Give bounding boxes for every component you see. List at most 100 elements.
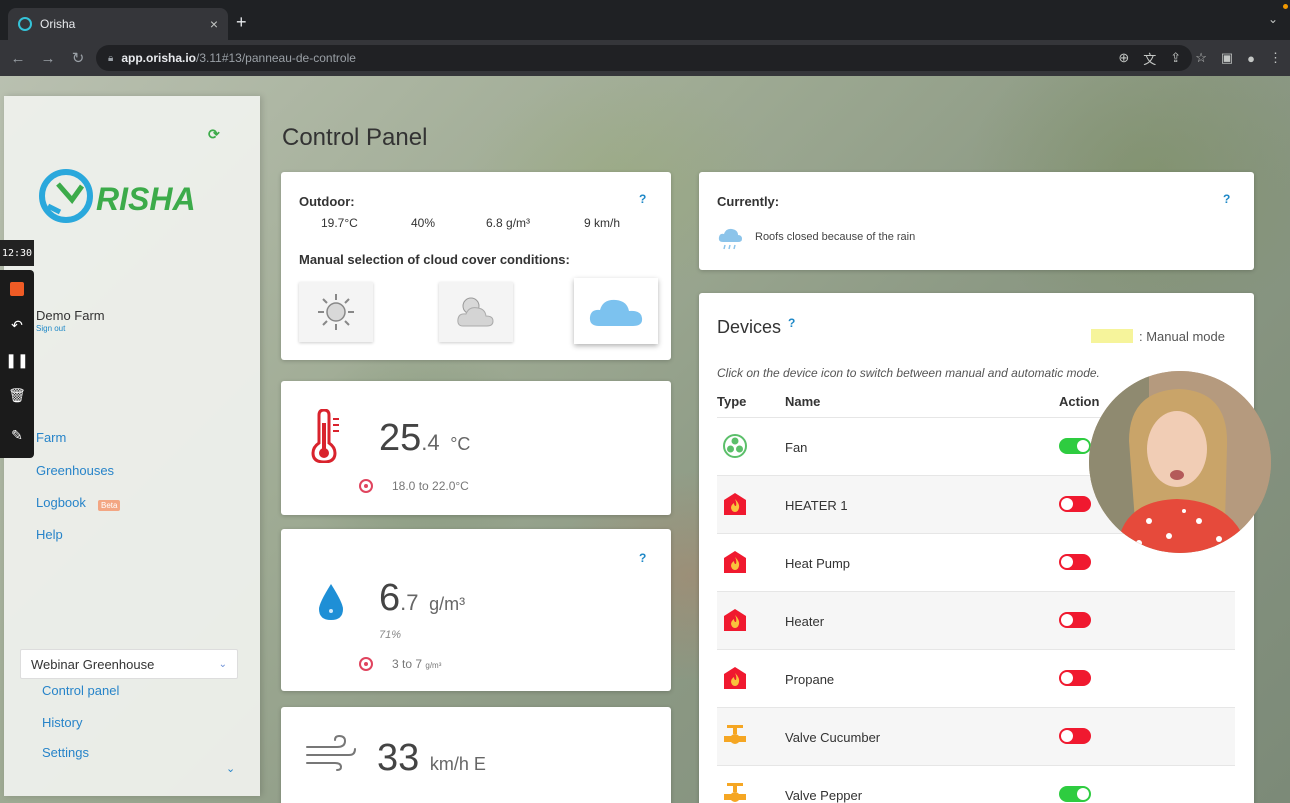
- partly-cloudy-button[interactable]: [439, 282, 513, 342]
- stop-icon: [10, 282, 24, 296]
- flame-icon[interactable]: [723, 492, 747, 516]
- forward-icon[interactable]: →: [36, 50, 60, 67]
- device-name: HEATER 1: [785, 498, 848, 513]
- valve-icon[interactable]: [723, 724, 747, 748]
- wind-speed: 33: [377, 737, 420, 779]
- devices-hint: Click on the device icon to switch betwe…: [717, 366, 1100, 380]
- greenhouse-select[interactable]: Webinar Greenhouse ⌄: [20, 649, 238, 679]
- toggle-knob: [1061, 730, 1073, 742]
- device-name: Heater: [785, 614, 825, 629]
- chevron-down-icon: ⌄: [218, 658, 227, 670]
- partly-cloudy-icon: [457, 297, 494, 327]
- sunny-button[interactable]: [299, 282, 373, 342]
- device-toggle[interactable]: [1059, 612, 1091, 628]
- wind-icon: [306, 735, 356, 771]
- flame-icon[interactable]: [723, 550, 747, 574]
- device-toggle[interactable]: [1059, 438, 1091, 454]
- temperature-unit: °C: [450, 434, 471, 454]
- bookmark-star-icon[interactable]: ☆: [1195, 50, 1207, 66]
- nav-link-help[interactable]: Help: [36, 527, 63, 542]
- help-icon[interactable]: ?: [639, 192, 646, 206]
- url-domain: app.orisha.io: [121, 51, 197, 65]
- column-header-action: Action: [1059, 394, 1100, 409]
- help-icon[interactable]: ?: [639, 551, 646, 565]
- fan-icon[interactable]: [723, 434, 747, 458]
- wind-value: 33 km/h E: [377, 737, 486, 780]
- flame-icon[interactable]: [723, 608, 747, 632]
- nav-link-logbook[interactable]: Logbook: [36, 495, 86, 510]
- pause-icon: ❚❚: [5, 351, 29, 368]
- device-name: Fan: [785, 440, 808, 455]
- pen-icon: ✎: [11, 426, 23, 443]
- install-app-icon[interactable]: ⊕: [1118, 50, 1129, 66]
- settings-chevron-down-icon[interactable]: ⌄: [226, 762, 235, 775]
- water-drop-icon: [319, 584, 343, 620]
- browser-tab-bar: Orisha × + ⌄: [0, 0, 1290, 40]
- menu-dots-icon[interactable]: ⋮: [1269, 50, 1282, 66]
- farm-name: Demo Farm: [36, 308, 105, 323]
- humidity-value: 6.7 g/m³: [379, 577, 465, 620]
- pause-button[interactable]: ❚❚: [0, 345, 34, 375]
- new-tab-button[interactable]: +: [236, 12, 247, 33]
- refresh-icon[interactable]: ⟳: [208, 126, 220, 143]
- column-header-type: Type: [717, 394, 747, 409]
- screen-recorder-bar: 12:30 ↶ ❚❚ 🗑︎ ✎: [0, 240, 34, 458]
- temperature-value: 25.4 °C: [379, 417, 470, 460]
- nav-link-settings[interactable]: Settings: [42, 745, 89, 760]
- nav-link-greenhouses[interactable]: Greenhouses: [36, 463, 114, 478]
- valve-icon[interactable]: [723, 782, 747, 803]
- stop-recording-button[interactable]: [0, 274, 34, 304]
- delete-button[interactable]: 🗑︎: [0, 380, 34, 410]
- flame-icon[interactable]: [723, 666, 747, 690]
- sign-out-link[interactable]: Sign out: [36, 324, 65, 333]
- humidity-target-range: 3 to 7: [392, 657, 423, 671]
- device-toggle[interactable]: [1059, 670, 1091, 686]
- humidity-int: 6: [379, 577, 401, 619]
- outdoor-abs-humidity: 6.8 g/m³: [486, 216, 531, 230]
- cloud-icon: [589, 299, 643, 326]
- browser-tab[interactable]: Orisha ×: [8, 8, 228, 40]
- undo-button[interactable]: ↶: [0, 310, 34, 340]
- address-bar[interactable]: 🔒︎ app.orisha.io /3.11#13/panneau-de-con…: [96, 45, 1192, 71]
- outdoor-temp: 19.7°C: [321, 216, 358, 230]
- device-toggle[interactable]: [1059, 496, 1091, 512]
- translate-icon[interactable]: 文: [1143, 49, 1156, 68]
- device-row: Valve Cucumber: [717, 707, 1235, 765]
- temperature-target: 18.0 to 22.0°C: [392, 479, 469, 493]
- webcam-overlay: [1089, 371, 1271, 553]
- share-icon[interactable]: ⇪: [1170, 50, 1181, 66]
- device-toggle[interactable]: [1059, 786, 1091, 802]
- currently-text: Roofs closed because of the rain: [755, 231, 916, 243]
- help-icon[interactable]: ?: [1223, 192, 1230, 206]
- page-content: ⟳ RISHA Demo Farm Sign out Farm Greenhou…: [0, 76, 1290, 803]
- draw-button[interactable]: ✎: [0, 420, 34, 450]
- lock-icon: 🔒︎: [108, 52, 114, 64]
- side-panel-icon[interactable]: ▣: [1221, 50, 1233, 66]
- nav-link-control-panel[interactable]: Control panel: [42, 683, 119, 698]
- profile-icon[interactable]: ●: [1247, 51, 1255, 66]
- url-path: /3.11#13/panneau-de-controle: [196, 51, 356, 65]
- orisha-logo: RISHA: [39, 169, 196, 223]
- page-title: Control Panel: [282, 124, 428, 151]
- currently-label: Currently:: [717, 194, 780, 209]
- reload-icon[interactable]: ↻: [66, 49, 90, 67]
- tab-close-icon[interactable]: ×: [210, 16, 218, 32]
- tab-search-icon[interactable]: ⌄: [1268, 12, 1278, 26]
- device-name: Valve Pepper: [785, 788, 863, 803]
- device-toggle[interactable]: [1059, 554, 1091, 570]
- nav-link-farm[interactable]: Farm: [36, 430, 66, 445]
- device-toggle[interactable]: [1059, 728, 1091, 744]
- tab-title: Orisha: [40, 17, 76, 31]
- back-icon[interactable]: ←: [6, 50, 30, 67]
- toggle-knob: [1061, 556, 1073, 568]
- device-name: Valve Cucumber: [785, 730, 881, 745]
- target-icon: [359, 479, 373, 493]
- humidity-unit: g/m³: [429, 594, 466, 614]
- wind-unit: km/h E: [429, 754, 486, 774]
- currently-card: Currently: ? Roofs closed because of the…: [699, 172, 1254, 270]
- help-icon[interactable]: ?: [788, 316, 795, 330]
- nav-link-history[interactable]: History: [42, 715, 82, 730]
- target-icon: [359, 657, 373, 671]
- cloudy-button[interactable]: [574, 278, 658, 344]
- thermometer-icon: [311, 409, 339, 463]
